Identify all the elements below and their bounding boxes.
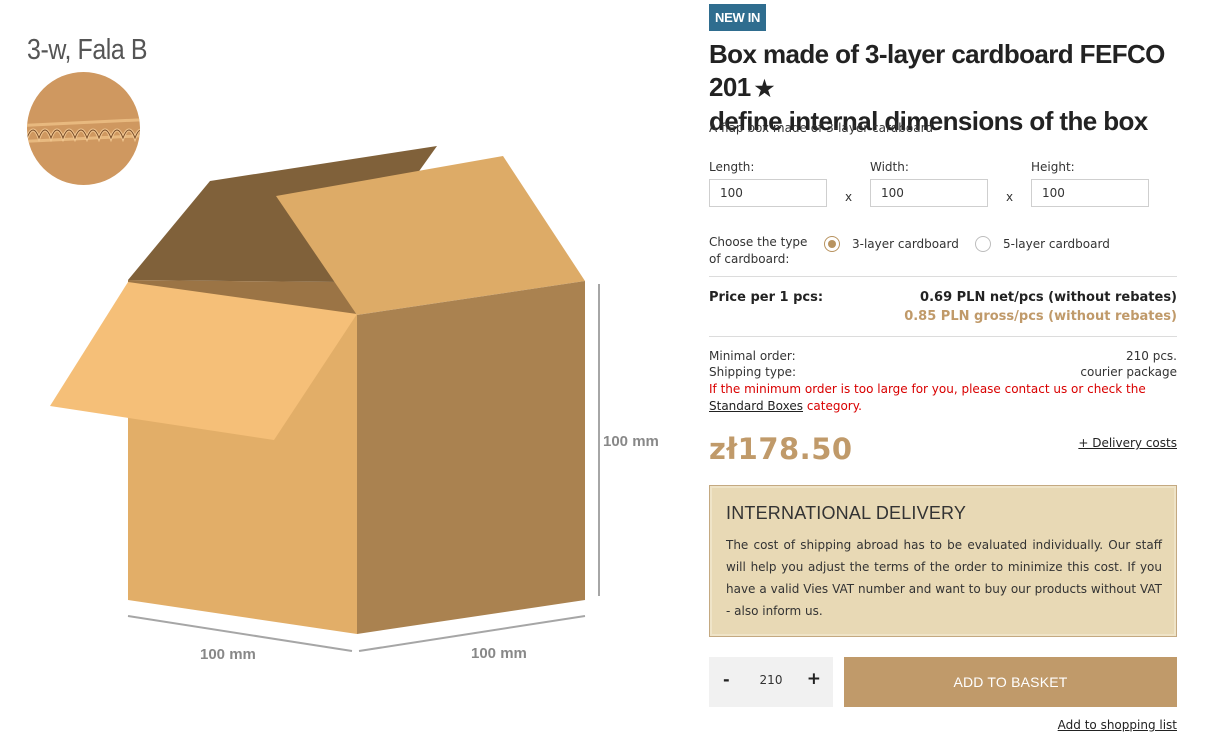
dimension-length-label: 100 mm [200, 646, 256, 663]
times-separator: x [1006, 190, 1014, 204]
radio-5-layer-label[interactable]: 5-layer cardboard [1003, 237, 1110, 251]
price-gross: 0.85 PLN gross/pcs (without rebates) [904, 309, 1177, 324]
price-per-piece-label: Price per 1 pcs: [709, 290, 824, 305]
total-price: zł178.50 [709, 432, 853, 466]
international-delivery-text: The cost of shipping abroad has to be ev… [726, 538, 1162, 618]
height-label: Height: [1031, 160, 1075, 174]
height-input[interactable] [1031, 179, 1149, 207]
times-separator: x [845, 190, 853, 204]
height-group: Height: [1031, 159, 1149, 207]
product-gallery: 3-w, Fala B 100 mm 100 mm 100 mm [0, 0, 690, 752]
width-label: Width: [870, 160, 909, 174]
warning-suffix: category. [806, 399, 862, 413]
delivery-costs-link[interactable]: + Delivery costs [1078, 436, 1177, 450]
international-delivery-box: INTERNATIONAL DELIVERY The cost of shipp… [709, 485, 1177, 637]
box-illustration: 100 mm 100 mm 100 mm [50, 146, 659, 663]
product-title-line1: Box made of 3-layer cardboard FEFCO 201 [709, 39, 1165, 102]
new-in-badge: NEW IN [709, 4, 767, 31]
price-net: 0.69 PLN net/pcs (without rebates) [920, 290, 1177, 305]
length-label: Length: [709, 160, 755, 174]
star-icon[interactable]: ★ [755, 76, 775, 101]
decrease-quantity-button[interactable]: - [723, 670, 730, 689]
dimension-width-label: 100 mm [471, 645, 527, 662]
box-right-side [357, 281, 585, 634]
product-subtitle: A flap box made of 3-layer cardboard [709, 121, 933, 135]
length-group: Length: [709, 159, 827, 207]
cardboard-type-label: Choose the type of cardboard: [709, 235, 808, 266]
divider [709, 336, 1177, 337]
shipping-type-value: courier package [1080, 365, 1177, 379]
length-input[interactable] [709, 179, 827, 207]
minimal-order-value: 210 pcs. [1126, 349, 1177, 363]
width-group: Width: [870, 159, 988, 207]
divider [709, 276, 1177, 277]
radio-3-layer[interactable] [824, 236, 840, 252]
minimum-order-warning: If the minimum order is too large for yo… [709, 381, 1177, 415]
add-to-basket-button[interactable]: ADD TO BASKET [844, 657, 1177, 707]
quantity-stepper: - 210 + [709, 657, 833, 707]
minimal-order-label: Minimal order: [709, 349, 796, 363]
minimal-order-row: Minimal order: 210 pcs. [709, 348, 1177, 365]
international-delivery-heading: INTERNATIONAL DELIVERY [726, 503, 967, 523]
dimension-height-label: 100 mm [603, 433, 659, 450]
standard-boxes-link[interactable]: Standard Boxes [709, 399, 803, 413]
quantity-value[interactable]: 210 [749, 673, 793, 687]
shipping-type-row: Shipping type: courier package [709, 364, 1177, 381]
radio-5-layer[interactable] [975, 236, 991, 252]
radio-3-layer-label[interactable]: 3-layer cardboard [852, 237, 959, 251]
warning-text: If the minimum order is too large for yo… [709, 382, 1146, 396]
width-input[interactable] [870, 179, 988, 207]
cardboard-type-selector: Choose the type of cardboard: 3-layer ca… [709, 234, 1177, 274]
add-to-shopping-list-link[interactable]: Add to shopping list [1058, 718, 1177, 732]
increase-quantity-button[interactable]: + [807, 669, 821, 689]
dimension-inputs: Length: x Width: x Height: [709, 159, 1177, 215]
shipping-type-label: Shipping type: [709, 365, 797, 379]
